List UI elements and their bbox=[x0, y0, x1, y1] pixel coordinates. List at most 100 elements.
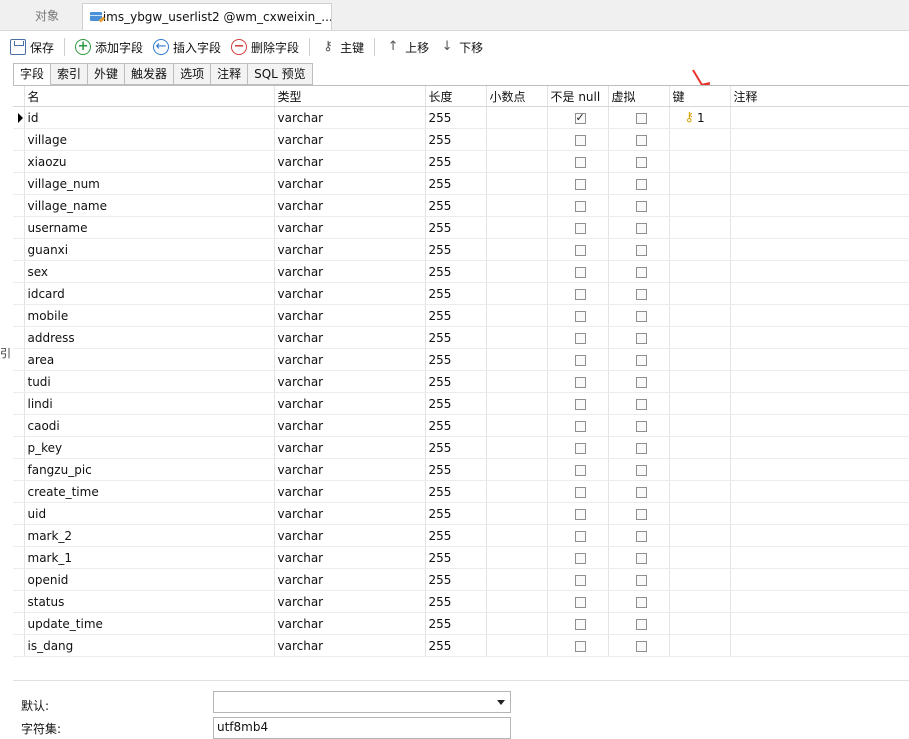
not-null-checkbox[interactable] bbox=[574, 288, 586, 300]
cell-comment[interactable] bbox=[730, 590, 909, 613]
cell-length[interactable]: 255 bbox=[425, 524, 487, 547]
cell-length[interactable]: 255 bbox=[425, 568, 487, 591]
cell-key[interactable] bbox=[669, 260, 731, 283]
virtual-checkbox[interactable] bbox=[635, 354, 647, 366]
cell-key[interactable] bbox=[669, 304, 731, 327]
cell-decimals[interactable] bbox=[486, 238, 548, 261]
table-row[interactable]: village_name varchar 255 bbox=[13, 194, 909, 217]
cell-length[interactable]: 255 bbox=[425, 326, 487, 349]
cell-name[interactable]: mark_2 bbox=[24, 524, 275, 547]
cell-type[interactable]: varchar bbox=[274, 370, 426, 393]
cell-length[interactable]: 255 bbox=[425, 260, 487, 283]
row-header[interactable] bbox=[13, 194, 25, 217]
cell-name[interactable]: update_time bbox=[24, 612, 275, 635]
cell-name[interactable]: mark_1 bbox=[24, 546, 275, 569]
cell-decimals[interactable] bbox=[486, 480, 548, 503]
insert-field-button[interactable]: ← 插入字段 bbox=[153, 39, 221, 56]
column-header-name[interactable]: 名 bbox=[24, 86, 275, 107]
cell-type[interactable]: varchar bbox=[274, 304, 426, 327]
not-null-checkbox[interactable] bbox=[574, 464, 586, 476]
cell-comment[interactable] bbox=[730, 216, 909, 239]
cell-length[interactable]: 255 bbox=[425, 150, 487, 173]
virtual-checkbox[interactable] bbox=[635, 156, 647, 168]
column-header-not-null[interactable]: 不是 null bbox=[547, 86, 609, 107]
cell-decimals[interactable] bbox=[486, 216, 548, 239]
table-row[interactable]: status varchar 255 bbox=[13, 590, 909, 613]
not-null-checkbox[interactable] bbox=[574, 266, 586, 278]
virtual-checkbox[interactable] bbox=[635, 574, 647, 586]
cell-type[interactable]: varchar bbox=[274, 458, 426, 481]
tab-fields[interactable]: 字段 bbox=[13, 63, 52, 86]
cell-length[interactable]: 255 bbox=[425, 194, 487, 217]
row-header[interactable] bbox=[13, 392, 25, 415]
not-null-checkbox[interactable] bbox=[574, 420, 586, 432]
virtual-checkbox[interactable] bbox=[635, 398, 647, 410]
row-header[interactable] bbox=[13, 348, 25, 371]
cell-name[interactable]: address bbox=[24, 326, 275, 349]
cell-comment[interactable] bbox=[730, 634, 909, 657]
cell-type[interactable]: varchar bbox=[274, 128, 426, 151]
column-header-length[interactable]: 长度 bbox=[425, 86, 487, 107]
cell-length[interactable]: 255 bbox=[425, 612, 487, 635]
not-null-checkbox[interactable] bbox=[574, 244, 586, 256]
row-header[interactable] bbox=[13, 634, 25, 657]
virtual-checkbox[interactable] bbox=[635, 134, 647, 146]
cell-decimals[interactable] bbox=[486, 436, 548, 459]
cell-name[interactable]: openid bbox=[24, 568, 275, 591]
cell-type[interactable]: varchar bbox=[274, 326, 426, 349]
virtual-checkbox[interactable] bbox=[635, 112, 647, 124]
cell-decimals[interactable] bbox=[486, 546, 548, 569]
virtual-checkbox[interactable] bbox=[635, 640, 647, 652]
cell-comment[interactable] bbox=[730, 392, 909, 415]
cell-comment[interactable] bbox=[730, 304, 909, 327]
cell-key[interactable] bbox=[669, 216, 731, 239]
table-row[interactable]: address varchar 255 bbox=[13, 326, 909, 349]
cell-length[interactable]: 255 bbox=[425, 590, 487, 613]
table-row[interactable]: xiaozu varchar 255 bbox=[13, 150, 909, 173]
cell-key[interactable] bbox=[669, 634, 731, 657]
cell-type[interactable]: varchar bbox=[274, 590, 426, 613]
table-row[interactable]: p_key varchar 255 bbox=[13, 436, 909, 459]
column-header-decimals[interactable]: 小数点 bbox=[486, 86, 548, 107]
tab-table-design[interactable]: * ims_ybgw_userlist2 @wm_cxweixin_... bbox=[82, 3, 332, 30]
virtual-checkbox[interactable] bbox=[635, 200, 647, 212]
virtual-checkbox[interactable] bbox=[635, 332, 647, 344]
cell-length[interactable]: 255 bbox=[425, 480, 487, 503]
cell-type[interactable]: varchar bbox=[274, 436, 426, 459]
table-row[interactable]: openid varchar 255 bbox=[13, 568, 909, 591]
cell-length[interactable]: 255 bbox=[425, 348, 487, 371]
table-row[interactable]: create_time varchar 255 bbox=[13, 480, 909, 503]
table-row[interactable]: lindi varchar 255 bbox=[13, 392, 909, 415]
cell-decimals[interactable] bbox=[486, 590, 548, 613]
row-header[interactable] bbox=[13, 458, 25, 481]
table-row[interactable]: mark_2 varchar 255 bbox=[13, 524, 909, 547]
column-header-virtual[interactable]: 虚拟 bbox=[608, 86, 670, 107]
not-null-checkbox[interactable] bbox=[574, 134, 586, 146]
cell-decimals[interactable] bbox=[486, 414, 548, 437]
not-null-checkbox[interactable] bbox=[574, 574, 586, 586]
not-null-checkbox[interactable] bbox=[574, 354, 586, 366]
save-button[interactable]: 保存 bbox=[10, 39, 54, 56]
not-null-checkbox[interactable] bbox=[574, 508, 586, 520]
cell-decimals[interactable] bbox=[486, 634, 548, 657]
cell-name[interactable]: village_name bbox=[24, 194, 275, 217]
cell-comment[interactable] bbox=[730, 348, 909, 371]
row-header[interactable] bbox=[13, 436, 25, 459]
virtual-checkbox[interactable] bbox=[635, 552, 647, 564]
table-row[interactable]: guanxi varchar 255 bbox=[13, 238, 909, 261]
column-header-key[interactable]: 键 bbox=[669, 86, 731, 107]
cell-length[interactable]: 255 bbox=[425, 172, 487, 195]
cell-length[interactable]: 255 bbox=[425, 414, 487, 437]
cell-decimals[interactable] bbox=[486, 524, 548, 547]
row-header[interactable] bbox=[13, 172, 25, 195]
not-null-checkbox[interactable] bbox=[574, 222, 586, 234]
cell-key[interactable] bbox=[669, 502, 731, 525]
cell-comment[interactable] bbox=[730, 480, 909, 503]
cell-comment[interactable] bbox=[730, 612, 909, 635]
not-null-checkbox[interactable] bbox=[574, 178, 586, 190]
not-null-checkbox[interactable] bbox=[574, 442, 586, 454]
cell-length[interactable]: 255 bbox=[425, 392, 487, 415]
cell-key[interactable] bbox=[669, 348, 731, 371]
cell-name[interactable]: village bbox=[24, 128, 275, 151]
cell-key[interactable] bbox=[669, 590, 731, 613]
